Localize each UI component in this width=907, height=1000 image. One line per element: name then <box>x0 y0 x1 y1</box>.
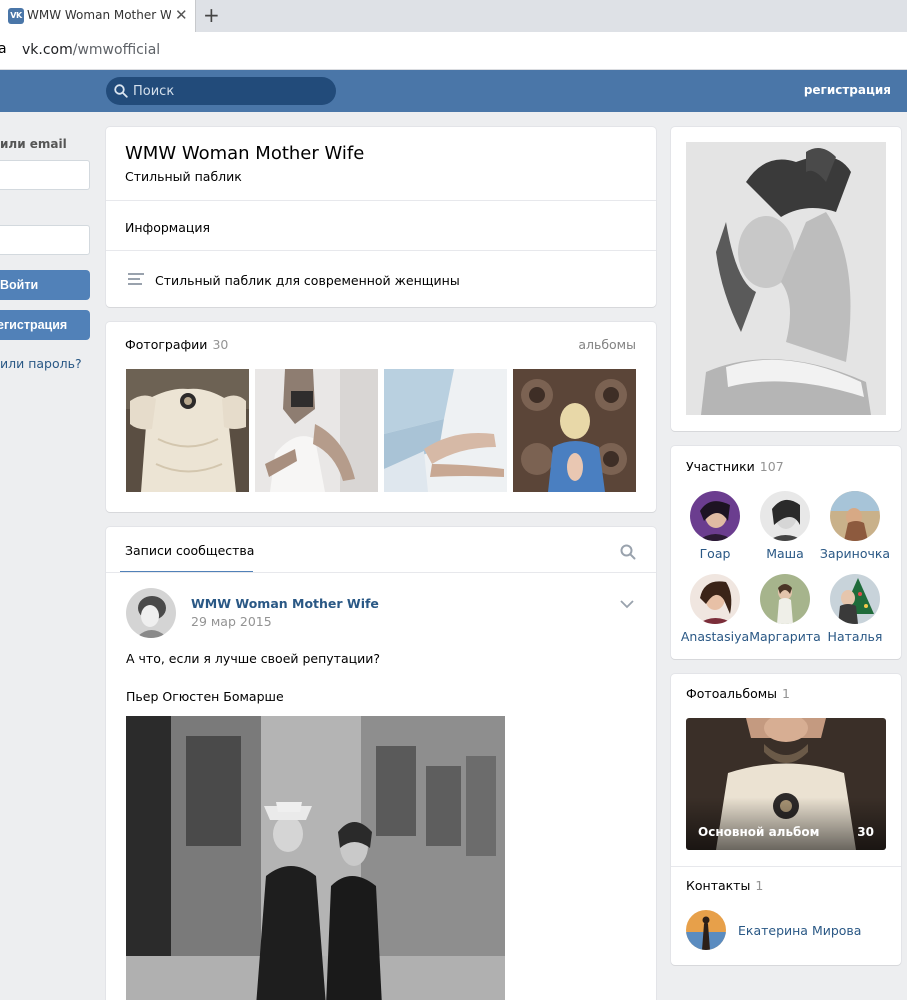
albums-count: 1 <box>782 686 790 701</box>
group-cover-photo[interactable] <box>686 142 886 415</box>
vk-favicon-icon: VK <box>8 8 24 24</box>
member-name: Наталья <box>827 629 883 644</box>
photos-card: Фотографии 30 альбомы <box>106 322 656 512</box>
search-box[interactable] <box>106 77 336 105</box>
forgot-password-link[interactable]: или пароль? <box>0 356 82 371</box>
description-icon <box>128 273 144 287</box>
info-tab[interactable]: Информация <box>125 220 210 235</box>
avatar <box>830 574 880 624</box>
member-name: Гоар <box>699 546 731 561</box>
album-title: Основной альбом <box>698 825 820 839</box>
member-item[interactable]: Anastasiya <box>675 574 755 644</box>
members-title: Участники <box>686 459 755 474</box>
post-text-line: Пьер Огюстен Бомарше <box>126 689 284 704</box>
photos-header[interactable]: Фотографии 30 <box>125 337 228 352</box>
albums-title: Фотоальбомы <box>686 686 778 701</box>
post-author-link[interactable]: WMW Woman Mother Wife <box>191 596 379 611</box>
group-info-card: WMW Woman Mother Wife Стильный паблик Ин… <box>106 127 656 307</box>
member-item[interactable]: Наталья <box>815 574 895 644</box>
photo-thumbnail[interactable] <box>513 369 636 492</box>
member-item[interactable]: Гоар <box>675 491 755 561</box>
member-name: Маргарита <box>749 629 821 644</box>
wall-card: Записи сообщества WMW Woman Mother Wife … <box>106 527 656 1000</box>
url-path: /wmwofficial <box>72 42 161 58</box>
divider <box>671 866 901 867</box>
address-bar-fragment: a <box>0 41 7 57</box>
avatar <box>830 491 880 541</box>
post-date[interactable]: 29 мар 2015 <box>191 614 272 629</box>
member-name: Маша <box>766 546 804 561</box>
login-button[interactable]: Войти <box>0 270 90 300</box>
register-link[interactable]: регистрация <box>804 83 891 97</box>
photos-title: Фотографии <box>125 337 208 352</box>
email-label: или email <box>0 137 67 151</box>
album-photo-count: 30 <box>857 825 874 839</box>
photo-thumbnail[interactable] <box>255 369 378 492</box>
avatar <box>690 574 740 624</box>
album-cover[interactable]: Основной альбом 30 <box>686 718 886 850</box>
group-subtitle: Стильный паблик <box>125 169 242 184</box>
tab-close-icon[interactable]: ✕ <box>175 6 188 24</box>
member-item[interactable]: Маша <box>745 491 825 561</box>
post-text-line: А что, если я лучше своей репутации? <box>126 651 381 666</box>
search-icon <box>114 84 128 98</box>
page-title: WMW Woman Mother Wife <box>125 143 365 164</box>
divider <box>106 200 656 201</box>
password-field[interactable] <box>0 225 90 255</box>
tab-community-posts[interactable]: Записи сообщества <box>125 543 254 558</box>
members-count: 107 <box>759 459 784 474</box>
albums-link[interactable]: альбомы <box>578 337 636 352</box>
divider <box>106 572 656 573</box>
divider <box>106 250 656 251</box>
group-description: Стильный паблик для современной женщины <box>155 273 460 288</box>
search-icon[interactable] <box>620 544 636 560</box>
avatar <box>690 491 740 541</box>
post-image[interactable] <box>126 716 505 1000</box>
browser-tab[interactable]: VK WMW Woman Mother Wife ✕ <box>0 0 196 32</box>
member-item[interactable]: Маргарита <box>745 574 825 644</box>
cover-card <box>671 127 901 431</box>
avatar <box>760 574 810 624</box>
address-url[interactable]: vk.com/wmwofficial <box>22 42 160 58</box>
contacts-count: 1 <box>755 878 764 893</box>
avatar <box>760 491 810 541</box>
browser-tab-title: WMW Woman Mother Wife <box>27 8 171 22</box>
albums-header[interactable]: Фотоальбомы 1 <box>686 686 790 701</box>
address-bar[interactable]: a vk.com/wmwofficial <box>0 32 907 70</box>
photo-thumbnail[interactable] <box>126 369 249 492</box>
new-tab-icon[interactable]: + <box>203 3 220 27</box>
contacts-header[interactable]: Контакты 1 <box>686 878 763 893</box>
photos-count: 30 <box>212 337 229 352</box>
browser-tab-bar: VK WMW Woman Mother Wife ✕ + <box>0 0 907 32</box>
member-name: Anastasiya <box>680 629 750 644</box>
email-field[interactable] <box>0 160 90 190</box>
member-name: Зариночка <box>819 546 891 561</box>
members-header[interactable]: Участники 107 <box>686 459 784 474</box>
search-input[interactable] <box>133 77 328 105</box>
albums-contacts-card: Фотоальбомы 1 Основной альбом 30 Контакты… <box>671 674 901 965</box>
contacts-title: Контакты <box>686 878 751 893</box>
members-card: Участники 107 Гоар Маша Зариночка Anastas… <box>671 446 901 659</box>
avatar[interactable] <box>686 910 726 950</box>
register-button[interactable]: Регистрация <box>0 310 90 340</box>
chevron-down-icon[interactable] <box>620 600 634 609</box>
member-item[interactable]: Зариночка <box>815 491 895 561</box>
avatar[interactable] <box>126 588 176 638</box>
url-host: vk.com <box>22 42 73 58</box>
contact-name-link[interactable]: Екатерина Мирова <box>738 923 861 938</box>
photo-thumbnail[interactable] <box>384 369 507 492</box>
